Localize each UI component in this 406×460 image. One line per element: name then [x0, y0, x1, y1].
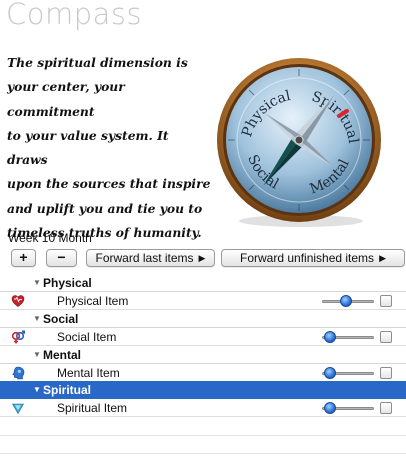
progress-slider[interactable]: [322, 367, 374, 379]
item-row-mental[interactable]: Mental Item: [0, 364, 406, 382]
gender-symbols-icon: [11, 330, 25, 344]
item-row-spiritual[interactable]: Spiritual Item: [0, 399, 406, 417]
app-title: Compass: [6, 0, 143, 31]
group-row-social[interactable]: ▼ Social: [0, 310, 406, 328]
group-row-spiritual[interactable]: ▼ Spiritual: [0, 381, 406, 399]
disclosure-triangle-icon[interactable]: ▼: [33, 314, 41, 323]
item-label: Physical Item: [57, 294, 129, 308]
add-button[interactable]: +: [11, 249, 36, 267]
play-arrow-icon: ▶: [198, 253, 206, 263]
forward-last-items-label: Forward last items: [95, 251, 194, 265]
disclosure-triangle-icon[interactable]: ▼: [33, 385, 41, 394]
quote-line: and uplift you and tie you to: [7, 200, 203, 216]
compass-image: Physical Spiritual Social Mental: [217, 58, 381, 227]
group-row-physical[interactable]: ▼ Physical: [0, 274, 406, 292]
quote-line: to your value system. It draws: [7, 127, 169, 168]
item-row-physical[interactable]: Physical Item: [0, 292, 406, 310]
row-divider: [0, 453, 406, 454]
disclosure-triangle-icon[interactable]: ▼: [33, 350, 41, 359]
head-icon: [12, 366, 25, 380]
slider-knob[interactable]: [324, 402, 336, 414]
slider-knob[interactable]: [324, 331, 336, 343]
done-checkbox[interactable]: [380, 367, 392, 379]
forward-unfinished-items-button[interactable]: Forward unfinished items ▶: [221, 249, 405, 267]
item-label: Social Item: [57, 330, 117, 344]
quote-text: The spiritual dimension is your center, …: [7, 51, 212, 245]
group-row-mental[interactable]: ▼ Mental: [0, 346, 406, 364]
progress-slider[interactable]: [322, 295, 374, 307]
done-checkbox[interactable]: [380, 295, 392, 307]
item-label: Spiritual Item: [57, 401, 128, 415]
disclosure-triangle-icon[interactable]: ▼: [33, 278, 41, 287]
quote-line: upon the sources that inspire: [7, 176, 211, 192]
play-arrow-icon: ▶: [379, 253, 386, 263]
forward-last-items-button[interactable]: Forward last items ▶: [86, 249, 215, 267]
row-divider: [0, 435, 406, 436]
item-label: Mental Item: [57, 366, 120, 380]
quote-line: your center, your commitment: [7, 79, 125, 119]
heart-icon: [11, 295, 25, 307]
quote-line: The spiritual dimension is: [7, 55, 188, 70]
period-label: Week 10 Month: [8, 231, 92, 245]
group-label: Social: [43, 312, 79, 326]
forward-unfinished-items-label: Forward unfinished items: [240, 251, 375, 265]
slider-knob[interactable]: [340, 295, 352, 307]
done-checkbox[interactable]: [380, 402, 392, 414]
group-label: Physical: [43, 276, 92, 290]
remove-button[interactable]: −: [46, 249, 77, 267]
spirit-icon: [11, 403, 25, 415]
progress-slider[interactable]: [322, 331, 374, 343]
slider-knob[interactable]: [324, 367, 336, 379]
item-row-social[interactable]: Social Item: [0, 328, 406, 346]
done-checkbox[interactable]: [380, 331, 392, 343]
group-label: Spiritual: [43, 383, 92, 397]
group-label: Mental: [43, 348, 82, 362]
progress-slider[interactable]: [322, 402, 374, 414]
